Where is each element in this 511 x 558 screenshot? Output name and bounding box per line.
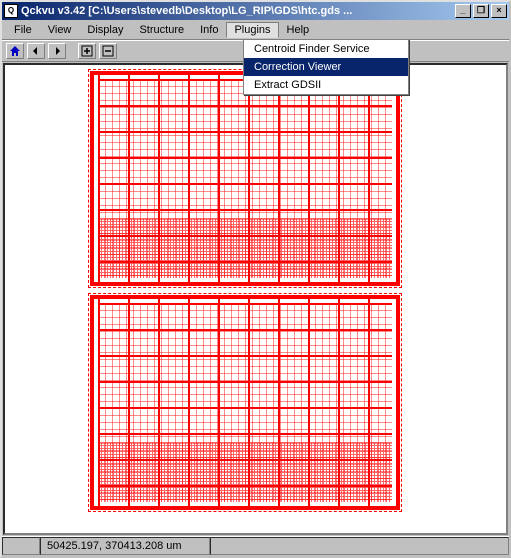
- status-left: [2, 537, 40, 555]
- status-coords: 50425.197, 370413.208 um: [40, 537, 210, 555]
- die-bottom: [90, 295, 400, 510]
- status-rest: [210, 537, 509, 555]
- home-icon: [9, 45, 21, 57]
- minimize-button[interactable]: _: [455, 4, 471, 18]
- close-button[interactable]: ×: [491, 4, 507, 18]
- menu-file[interactable]: File: [6, 22, 40, 38]
- menubar: File View Display Structure Info Plugins…: [2, 20, 509, 40]
- menu-display[interactable]: Display: [79, 22, 131, 38]
- menu-structure[interactable]: Structure: [131, 22, 192, 38]
- window-title: Qckvu v3.42 [C:\Users\stevedb\Desktop\LG…: [21, 5, 453, 17]
- menu-info[interactable]: Info: [192, 22, 226, 38]
- app-icon: Q: [4, 4, 18, 18]
- die-top: [90, 71, 400, 286]
- plus-box-icon: [81, 45, 93, 57]
- layout-canvas[interactable]: [3, 63, 508, 535]
- minus-box-icon: [102, 45, 114, 57]
- titlebar: Q Qckvu v3.42 [C:\Users\stevedb\Desktop\…: [2, 2, 509, 20]
- statusbar: 50425.197, 370413.208 um: [2, 536, 509, 556]
- menu-help[interactable]: Help: [279, 22, 318, 38]
- plugins-dropdown: Centroid Finder Service Correction Viewe…: [243, 39, 409, 95]
- plugins-item-correction-viewer[interactable]: Correction Viewer: [244, 58, 408, 76]
- zoom-in-button[interactable]: [78, 43, 96, 59]
- nav-forward-button[interactable]: [48, 43, 66, 59]
- menu-view[interactable]: View: [40, 22, 80, 38]
- menu-plugins[interactable]: Plugins: [226, 22, 278, 38]
- home-button[interactable]: [6, 43, 24, 59]
- app-window: Q Qckvu v3.42 [C:\Users\stevedb\Desktop\…: [0, 0, 511, 558]
- arrow-left-icon: [30, 45, 42, 57]
- arrow-right-icon: [51, 45, 63, 57]
- maximize-button[interactable]: ❐: [473, 4, 489, 18]
- zoom-out-button[interactable]: [99, 43, 117, 59]
- plugins-item-centroid[interactable]: Centroid Finder Service: [244, 40, 408, 58]
- plugins-item-extract-gdsii[interactable]: Extract GDSII: [244, 76, 408, 94]
- nav-back-button[interactable]: [27, 43, 45, 59]
